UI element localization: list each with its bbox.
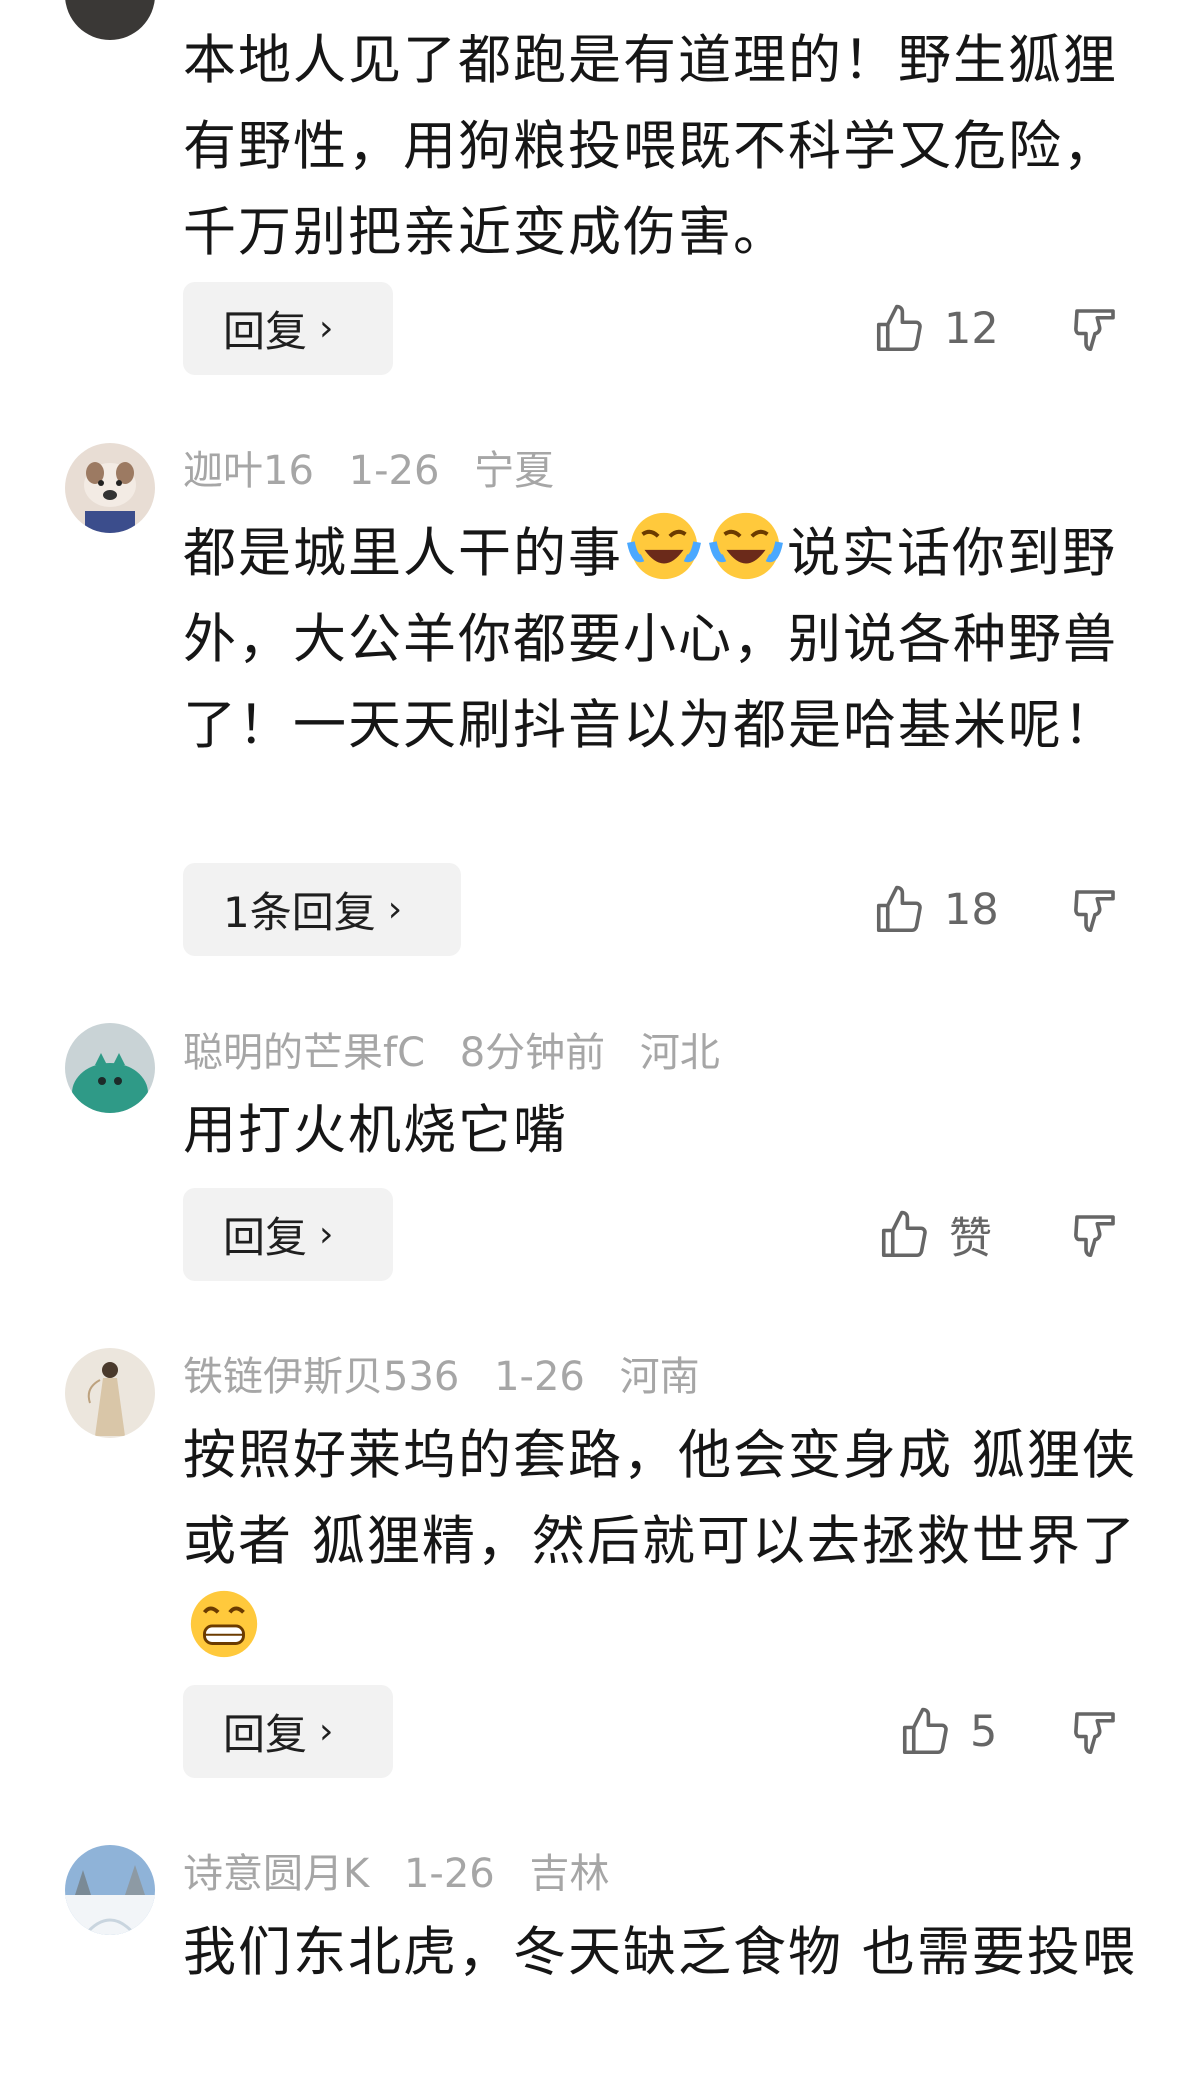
like-button[interactable]: 18: [872, 863, 999, 956]
thumbs-up-icon: [876, 885, 922, 932]
thumbs-down-icon: [1074, 1214, 1115, 1257]
thumbs-down-icon: [1074, 1711, 1115, 1754]
crying-laughing-emoji: [707, 507, 785, 585]
comment-meta: 迦叶16 1-26 宁夏: [183, 446, 576, 496]
like-button[interactable]: 赞: [877, 1188, 992, 1281]
bulldog-avatar-image: [65, 443, 155, 533]
avatar[interactable]: [65, 443, 155, 533]
chevron-right-icon: ›: [319, 308, 334, 349]
comment-location: 吉林: [529, 1851, 610, 1897]
avatar[interactable]: [65, 1845, 155, 1935]
reply-button[interactable]: 1条回复 ›: [183, 863, 461, 956]
avatar[interactable]: [65, 0, 155, 40]
comment-meta: 聪明的芒果fC 8分钟前 河北: [183, 1028, 742, 1078]
like-count: 12: [944, 303, 999, 354]
comment-meta: 铁链伊斯贝536 1-26 河南: [183, 1352, 722, 1402]
thumbs-up-icon: [902, 1707, 948, 1754]
chevron-right-icon: ›: [387, 889, 403, 930]
reply-label: 回复: [223, 1710, 308, 1759]
comment-text: 用打火机烧它嘴: [183, 1100, 568, 1161]
username[interactable]: 迦叶16: [183, 448, 314, 494]
avatar[interactable]: [65, 1023, 155, 1113]
comment-text: 按照好莱坞的套路，他会变身成 狐狸侠 或者 狐狸精，然后就可以去拯救世界了: [183, 1413, 1143, 1675]
comment-location: 河北: [639, 1030, 720, 1076]
like-button[interactable]: 12: [872, 282, 999, 375]
comment-text: 本地人见了都跑是有道理的！野生狐狸有野性，用狗粮投喂既不科学又危险，千万别把亲近…: [183, 30, 1118, 263]
comment-text-part: 都是城里人干的事: [183, 523, 623, 584]
avatar[interactable]: [65, 1348, 155, 1438]
reply-button[interactable]: 回复 ›: [183, 282, 393, 375]
like-count: 5: [970, 1706, 998, 1757]
reply-label: 回复: [223, 1213, 308, 1262]
reply-button[interactable]: 回复 ›: [183, 1188, 393, 1281]
thumbs-up-icon: [881, 1210, 927, 1257]
dislike-button[interactable]: [1068, 282, 1128, 375]
lady-in-dress-avatar-image: [65, 1348, 155, 1438]
dislike-button[interactable]: [1068, 863, 1128, 956]
thumbs-down-icon: [1074, 889, 1115, 932]
reply-label: 1条回复: [223, 888, 376, 937]
comment-meta: 诗意圆月K 1-26 吉林: [183, 1849, 631, 1899]
thumbs-down-icon: [1074, 308, 1115, 351]
username[interactable]: 诗意圆月K: [183, 1851, 369, 1897]
crying-laughing-emoji: [625, 507, 703, 585]
chevron-right-icon: ›: [319, 1214, 334, 1255]
like-button[interactable]: 5: [898, 1685, 997, 1778]
comment-date: 1-26: [348, 448, 440, 494]
dislike-button[interactable]: [1068, 1188, 1128, 1281]
thumbs-up-icon: [876, 304, 922, 351]
dislike-button[interactable]: [1068, 1685, 1128, 1778]
comment-location: 河南: [619, 1354, 700, 1400]
grinning-emoji: [185, 1585, 263, 1663]
username[interactable]: 铁链伊斯贝536: [183, 1354, 459, 1400]
comment-text-part: 按照好莱坞的套路，他会变身成 狐狸侠 或者 狐狸精，然后就可以去拯救世界了: [183, 1425, 1137, 1572]
username[interactable]: 聪明的芒果fC: [183, 1030, 425, 1076]
like-count: 18: [944, 884, 999, 935]
comment-location: 宁夏: [474, 448, 555, 494]
reply-button[interactable]: 回复 ›: [183, 1685, 393, 1778]
reply-label: 回复: [223, 307, 308, 356]
comment-date: 1-26: [494, 1354, 585, 1400]
comment-text: 都是城里人干的事 说实话你到野外，大公羊你都要小心，别说各种野兽了！一天天刷抖音以…: [183, 507, 1143, 769]
like-count: 赞: [949, 1213, 992, 1264]
green-creature-avatar-image: [65, 1023, 155, 1113]
comment-date: 8分钟前: [459, 1030, 606, 1076]
chevron-right-icon: ›: [319, 1711, 334, 1752]
snow-landscape-avatar-image: [65, 1845, 155, 1935]
comment-text: 我们东北虎，冬天缺乏食物 也需要投喂: [183, 1922, 1137, 1983]
comment-date: 1-26: [403, 1851, 495, 1897]
